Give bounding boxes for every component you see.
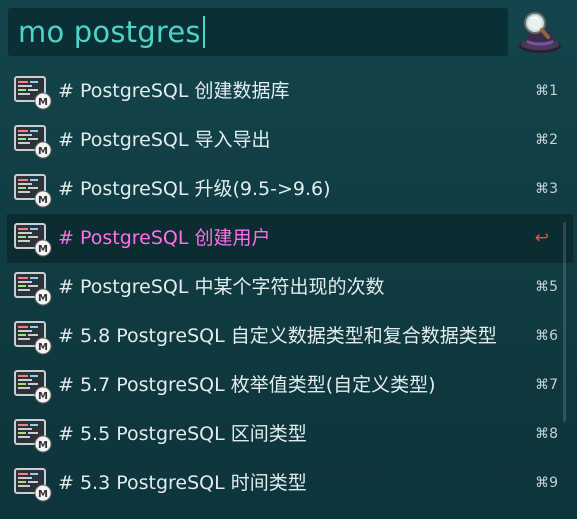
return-key-icon: ↩ xyxy=(534,228,549,248)
svg-text:M: M xyxy=(38,244,48,255)
result-row[interactable]: M # 5.7 PostgreSQL 枚举值类型(自定义类型) ⌘7 xyxy=(7,361,573,410)
result-row-selected[interactable]: M # PostgreSQL 创建用户 ↩ xyxy=(7,214,573,263)
result-row[interactable]: M # 5.8 PostgreSQL 自定义数据类型和复合数据类型 ⌘6 xyxy=(7,312,573,361)
result-shortcut: ⌘3 xyxy=(535,181,558,197)
result-title: # PostgreSQL 创建用户 xyxy=(58,227,271,249)
text-caret xyxy=(202,16,205,48)
alfred-hat-icon xyxy=(515,10,565,56)
result-title: # PostgreSQL 创建数据库 xyxy=(58,80,290,102)
svg-text:M: M xyxy=(38,195,48,206)
svg-text:M: M xyxy=(38,440,48,451)
results-list: M # PostgreSQL 创建数据库 ⌘1 M # PostgreSQL 导… xyxy=(0,67,577,508)
result-title: # PostgreSQL 中某个字符出现的次数 xyxy=(58,276,385,298)
result-shortcut: ⌘2 xyxy=(535,132,558,148)
scrollbar[interactable] xyxy=(563,222,566,422)
result-title: # 5.7 PostgreSQL 枚举值类型(自定义类型) xyxy=(58,374,436,396)
result-title: # 5.3 PostgreSQL 时间类型 xyxy=(58,472,307,494)
markdown-document-icon: M xyxy=(14,174,52,208)
result-title: # PostgreSQL 导入导出 xyxy=(58,129,271,151)
result-row[interactable]: M # PostgreSQL 导入导出 ⌘2 xyxy=(7,116,573,165)
svg-text:M: M xyxy=(38,293,48,304)
result-row[interactable]: M # PostgreSQL 创建数据库 ⌘1 xyxy=(7,67,573,116)
result-shortcut: ⌘1 xyxy=(535,83,558,99)
svg-text:M: M xyxy=(38,489,48,500)
result-title: # 5.8 PostgreSQL 自定义数据类型和复合数据类型 xyxy=(58,325,497,347)
markdown-document-icon: M xyxy=(14,272,52,306)
result-shortcut: ⌘9 xyxy=(535,475,558,491)
svg-text:M: M xyxy=(38,391,48,402)
markdown-document-icon: M xyxy=(14,419,52,453)
svg-text:M: M xyxy=(38,146,48,157)
markdown-document-icon: M xyxy=(14,321,52,355)
result-shortcut: ⌘6 xyxy=(535,328,558,344)
search-input[interactable]: mo postgres xyxy=(18,15,201,49)
svg-text:M: M xyxy=(38,342,48,353)
search-bar[interactable]: mo postgres xyxy=(8,8,508,56)
svg-text:M: M xyxy=(38,97,48,108)
launcher-window: mo postgres M # PostgreSQL 创建数据库 ⌘1 M # … xyxy=(0,0,577,519)
markdown-document-icon: M xyxy=(14,370,52,404)
result-shortcut: ⌘8 xyxy=(535,426,558,442)
result-row[interactable]: M # 5.5 PostgreSQL 区间类型 ⌘8 xyxy=(7,410,573,459)
result-shortcut: ⌘7 xyxy=(535,377,558,393)
result-row[interactable]: M # PostgreSQL 中某个字符出现的次数 ⌘5 xyxy=(7,263,573,312)
markdown-document-icon: M xyxy=(14,468,52,502)
result-shortcut: ⌘5 xyxy=(535,279,558,295)
markdown-document-icon: M xyxy=(14,76,52,110)
result-row[interactable]: M # PostgreSQL 升级(9.5->9.6) ⌘3 xyxy=(7,165,573,214)
result-title: # 5.5 PostgreSQL 区间类型 xyxy=(58,423,307,445)
markdown-document-icon: M xyxy=(14,223,52,257)
markdown-document-icon: M xyxy=(14,125,52,159)
result-title: # PostgreSQL 升级(9.5->9.6) xyxy=(58,178,331,200)
result-row[interactable]: M # 5.3 PostgreSQL 时间类型 ⌘9 xyxy=(7,459,573,508)
